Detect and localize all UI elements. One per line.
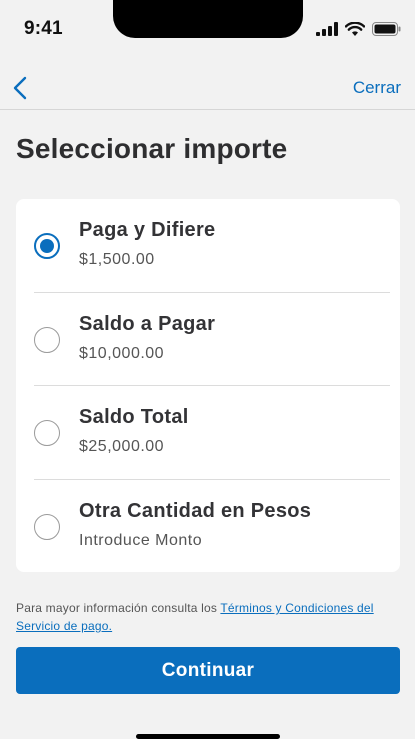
radio-button[interactable] <box>34 514 60 540</box>
option-amount: $10,000.00 <box>79 345 165 362</box>
device-notch <box>113 0 303 38</box>
option-otra-cantidad[interactable]: Otra Cantidad en Pesos Introduce Monto <box>16 480 400 573</box>
status-icons <box>316 20 401 38</box>
cellular-signal-icon <box>316 22 338 36</box>
radio-button[interactable] <box>34 327 60 353</box>
chevron-left-icon <box>13 76 27 100</box>
option-title: Saldo Total <box>79 406 189 428</box>
option-paga-y-difiere[interactable]: Paga y Difiere $1,500.00 <box>16 199 400 292</box>
option-title: Saldo a Pagar <box>79 313 216 335</box>
status-time: 9:41 <box>24 18 63 39</box>
terms-prefix: Para mayor información consulta los <box>16 601 221 615</box>
option-amount: $1,500.00 <box>79 251 155 268</box>
amount-options-card: Paga y Difiere $1,500.00 Saldo a Pagar $… <box>16 199 400 572</box>
continue-button[interactable]: Continuar <box>16 647 400 694</box>
option-amount: $25,000.00 <box>79 438 165 455</box>
terms-notice: Para mayor información consulta los Térm… <box>16 599 406 635</box>
back-button[interactable] <box>6 70 34 106</box>
battery-icon <box>372 22 401 36</box>
option-title: Otra Cantidad en Pesos <box>79 500 312 522</box>
option-amount-placeholder: Introduce Monto <box>79 532 203 549</box>
navigation-bar: Cerrar <box>0 60 415 110</box>
option-title: Paga y Difiere <box>79 219 216 241</box>
page-title: Seleccionar importe <box>16 133 288 164</box>
option-saldo-total[interactable]: Saldo Total $25,000.00 <box>16 386 400 479</box>
home-indicator <box>136 734 280 739</box>
status-bar: 9:41 <box>0 0 415 60</box>
wifi-icon <box>345 21 365 36</box>
close-button[interactable]: Cerrar <box>353 78 401 98</box>
radio-button-selected[interactable] <box>34 233 60 259</box>
radio-button[interactable] <box>34 420 60 446</box>
option-saldo-a-pagar[interactable]: Saldo a Pagar $10,000.00 <box>16 293 400 386</box>
